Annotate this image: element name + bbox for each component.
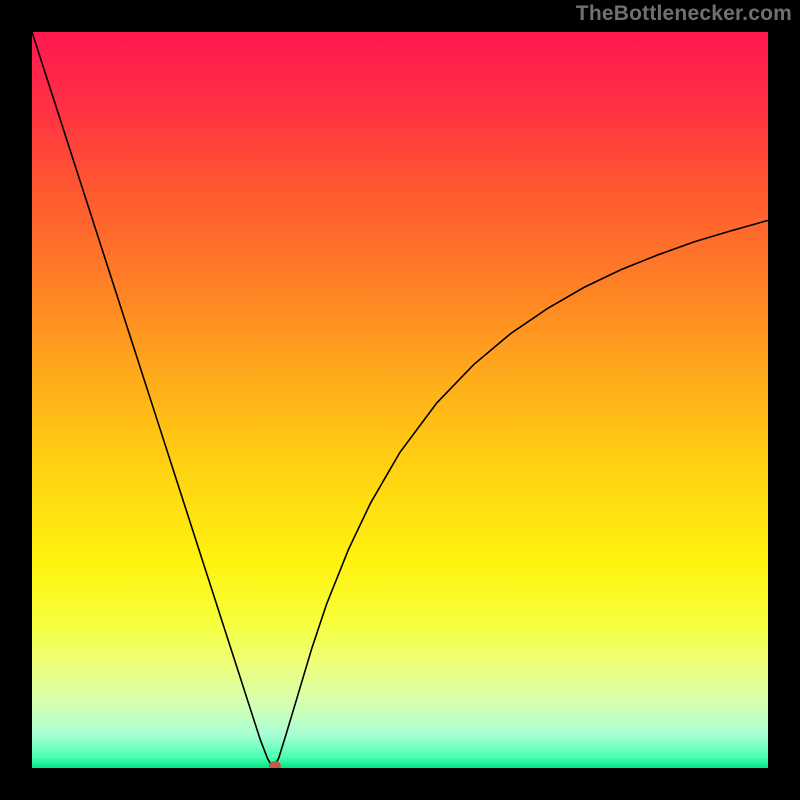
bottleneck-chart <box>32 32 768 768</box>
chart-frame: TheBottlenecker.com <box>0 0 800 800</box>
watermark-text: TheBottlenecker.com <box>576 2 792 26</box>
gradient-background <box>32 32 768 768</box>
plot-area <box>32 32 768 768</box>
